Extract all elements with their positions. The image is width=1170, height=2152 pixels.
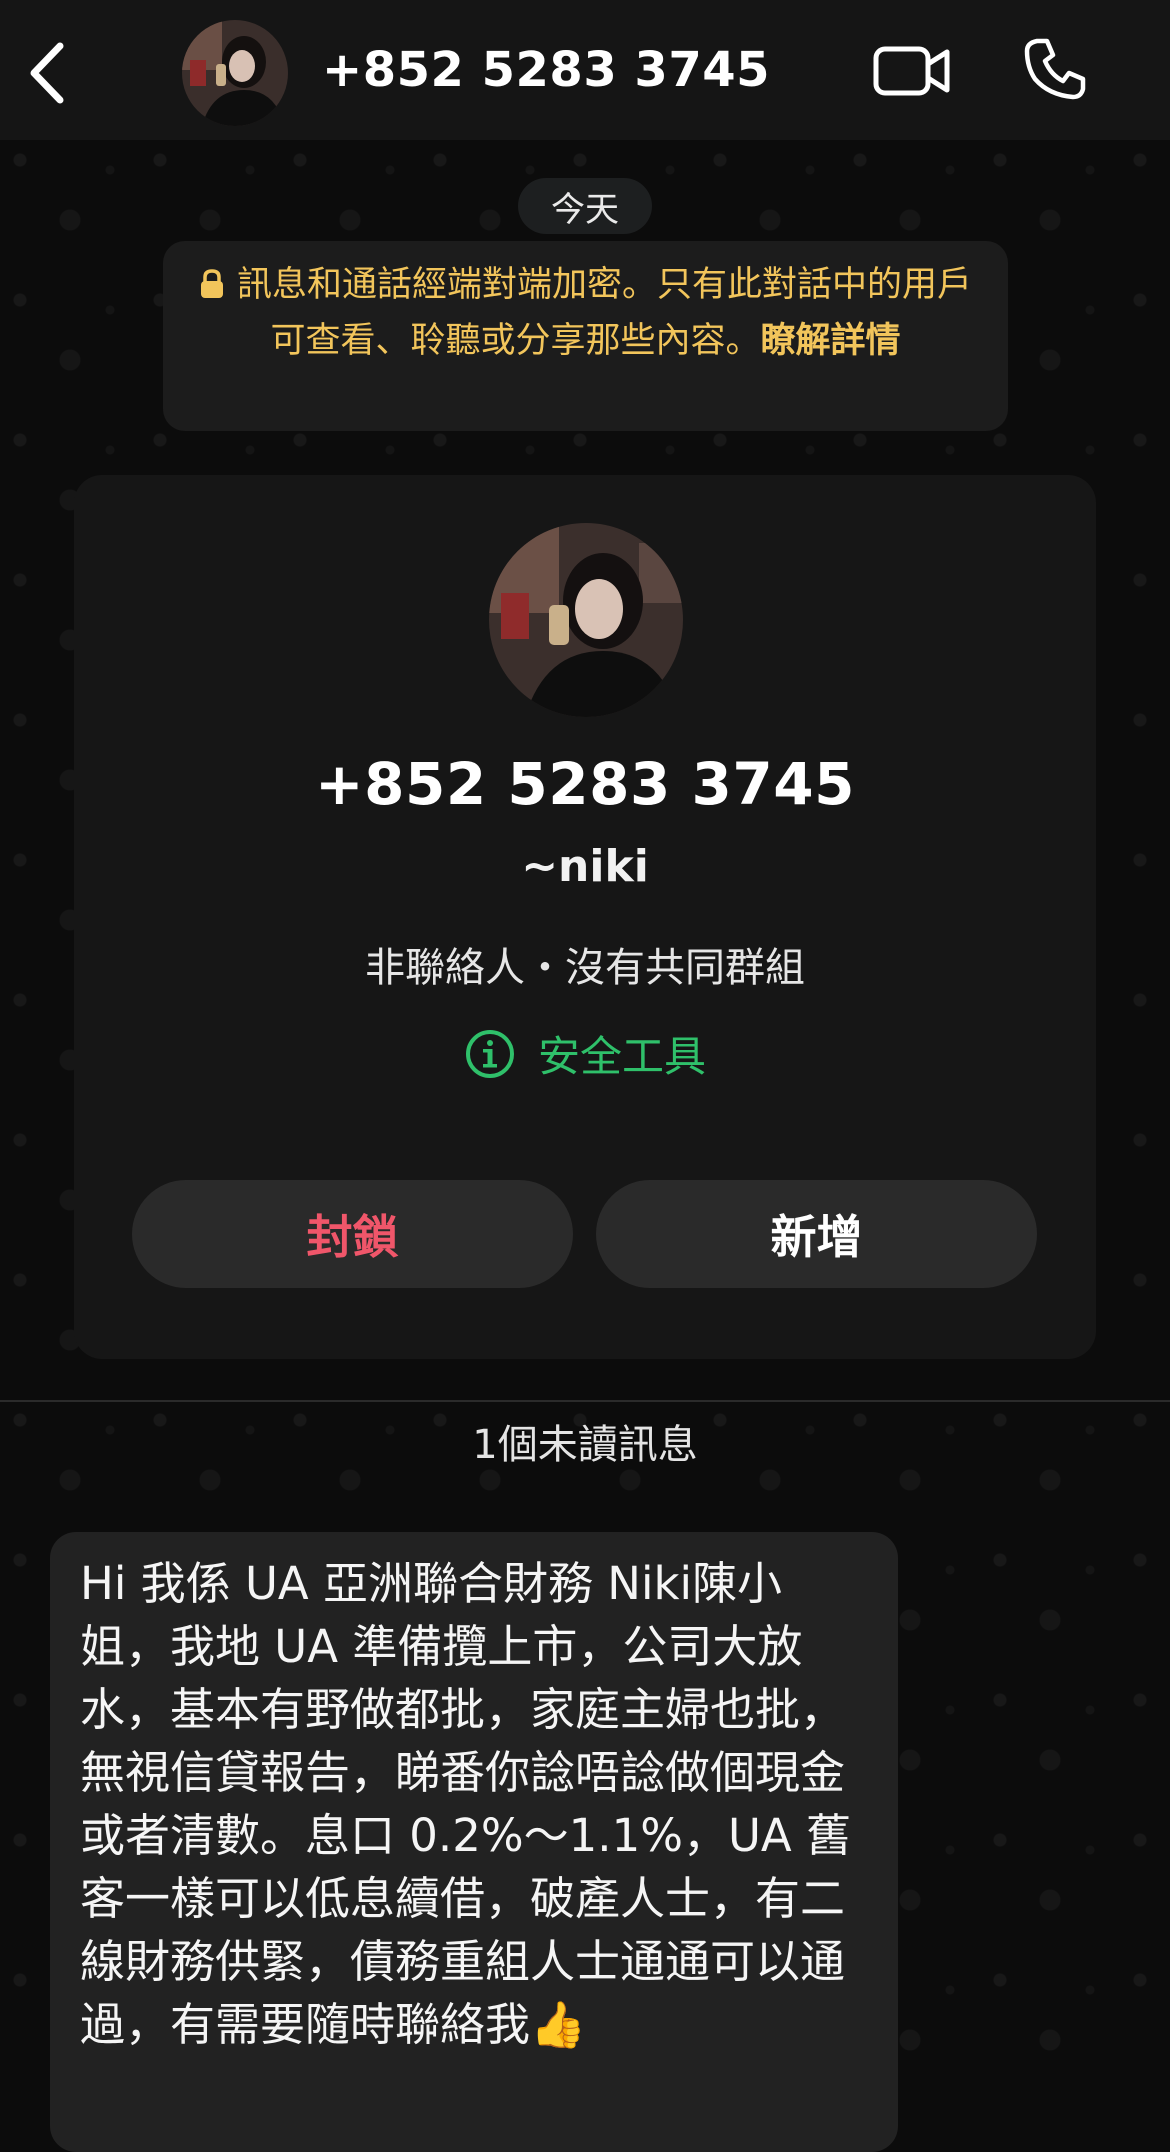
chat-title[interactable]: +852 5283 3745 xyxy=(322,42,770,98)
safety-tools-button[interactable]: 安全工具 xyxy=(74,1023,1096,1084)
info-icon xyxy=(465,1029,514,1078)
unread-divider xyxy=(0,1400,1170,1402)
video-camera-icon xyxy=(873,46,950,96)
unread-messages-label: 1個未讀訊息 xyxy=(472,1422,698,1468)
contact-info-card: +852 5283 3745 ~niki 非聯絡人・沒有共同群組 安全工具 封鎖… xyxy=(74,475,1096,1359)
back-button[interactable] xyxy=(18,38,74,108)
safety-tools-label: 安全工具 xyxy=(537,1032,706,1081)
contact-status: 非聯絡人・沒有共同群組 xyxy=(365,945,805,991)
add-contact-button[interactable]: 新增 xyxy=(596,1180,1037,1288)
avatar-photo xyxy=(182,20,288,126)
chat-header: +852 5283 3745 xyxy=(0,0,1170,140)
video-call-button[interactable] xyxy=(872,40,952,102)
voice-call-button[interactable] xyxy=(1020,34,1090,104)
incoming-message-bubble[interactable]: Hi 我係 UA 亞洲聯合財務 Niki陳小姐，我地 UA 準備攬上市，公司大放… xyxy=(50,1532,898,2152)
contact-card-avatar[interactable] xyxy=(489,523,683,717)
date-separator: 今天 xyxy=(518,178,652,234)
encryption-notice[interactable]: 訊息和通話經端對端加密。只有此對話中的用戶可查看、聆聽或分享那些內容。瞭解詳情 xyxy=(163,241,1008,431)
contact-avatar[interactable] xyxy=(182,20,288,126)
block-button[interactable]: 封鎖 xyxy=(132,1180,573,1288)
lock-icon xyxy=(199,263,225,315)
contact-phone-number: +852 5283 3745 xyxy=(315,750,855,818)
chevron-left-icon xyxy=(30,42,64,104)
message-text: Hi 我係 UA 亞洲聯合財務 Niki陳小姐，我地 UA 準備攬上市，公司大放… xyxy=(80,1557,851,2051)
avatar-photo xyxy=(489,523,683,717)
learn-more-link[interactable]: 瞭解詳情 xyxy=(761,321,901,361)
contact-nickname: ~niki xyxy=(521,841,649,892)
phone-icon xyxy=(1024,38,1086,100)
